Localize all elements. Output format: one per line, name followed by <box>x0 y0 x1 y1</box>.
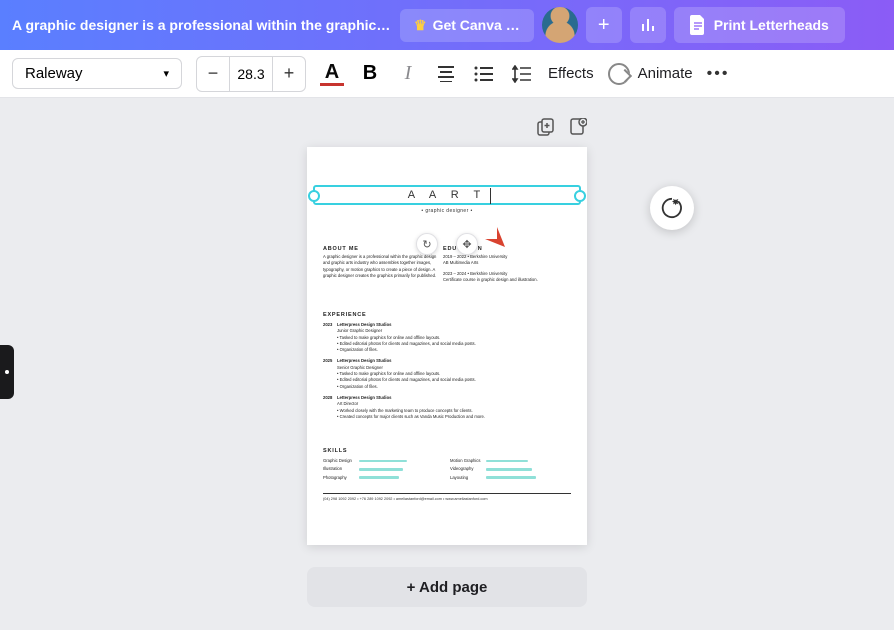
analytics-button[interactable] <box>630 7 666 43</box>
document-icon <box>690 15 706 35</box>
align-icon <box>436 66 456 82</box>
italic-button[interactable]: I <box>396 62 420 86</box>
size-decrease-button[interactable]: − <box>197 57 229 91</box>
title-textbox[interactable]: A A R T <box>313 185 581 205</box>
side-panel-toggle[interactable] <box>0 345 14 399</box>
skills-block: Graphic Design Illustration Photography … <box>323 458 571 503</box>
move-button[interactable]: ✥ <box>456 233 478 255</box>
chevron-down-icon: ▾ <box>163 67 169 80</box>
sync-button[interactable]: ↻ <box>416 233 438 255</box>
font-size-group: − 28.3 + <box>196 56 306 92</box>
move-icon: ✥ <box>462 238 471 251</box>
align-button[interactable] <box>434 62 458 86</box>
exp-heading: EXPERIENCE <box>323 311 571 319</box>
get-canva-button[interactable]: ♛ Get Canva … <box>400 9 534 42</box>
sync-icon: ↻ <box>422 238 431 251</box>
font-select[interactable]: Raleway ▾ <box>12 58 182 89</box>
resize-handle-left[interactable] <box>308 190 320 202</box>
add-page-icon-button[interactable] <box>569 118 587 141</box>
text-color-button[interactable]: A <box>320 62 344 86</box>
chart-icon <box>639 16 657 34</box>
add-page-button[interactable]: + Add page <box>307 567 587 607</box>
size-value[interactable]: 28.3 <box>229 57 273 91</box>
bold-button[interactable]: B <box>358 62 382 86</box>
add-page-icon <box>569 118 587 136</box>
chevron-right-icon <box>5 370 9 374</box>
animate-button[interactable]: Animate <box>608 63 693 85</box>
plus-icon: + <box>598 14 610 37</box>
effects-button[interactable]: Effects <box>548 65 594 82</box>
resize-handle-right[interactable] <box>574 190 586 202</box>
page-1[interactable]: A A R T • graphic designer • ↻ ✥ ABOUT M… <box>307 147 587 545</box>
magic-icon <box>661 197 683 219</box>
list-icon <box>474 66 494 82</box>
more-button[interactable]: ••• <box>707 62 730 86</box>
crown-icon: ♛ <box>414 17 427 34</box>
animate-icon <box>608 63 630 85</box>
avatar[interactable] <box>542 7 578 43</box>
edu-block: 2019 – 2022 • Berkshire UniversityAB Mul… <box>443 254 571 283</box>
list-button[interactable] <box>472 62 496 86</box>
text-cursor <box>490 188 491 204</box>
subtitle: • graphic designer • <box>307 208 587 214</box>
add-member-button[interactable]: + <box>586 7 622 43</box>
copy-icon <box>537 118 555 136</box>
exp-block: 2023Letterpress Design Studios Junior Gr… <box>323 322 571 420</box>
about-text: A graphic designer is a professional wit… <box>323 254 441 279</box>
skills-heading: SKILLS <box>323 447 571 455</box>
size-increase-button[interactable]: + <box>273 57 305 91</box>
duplicate-page-button[interactable] <box>537 118 555 141</box>
spacing-button[interactable] <box>510 62 534 86</box>
doc-title[interactable]: A graphic designer is a professional wit… <box>12 17 392 33</box>
print-button[interactable]: Print Letterheads <box>674 7 845 43</box>
magic-button[interactable] <box>650 186 694 230</box>
spacing-icon <box>512 65 532 83</box>
